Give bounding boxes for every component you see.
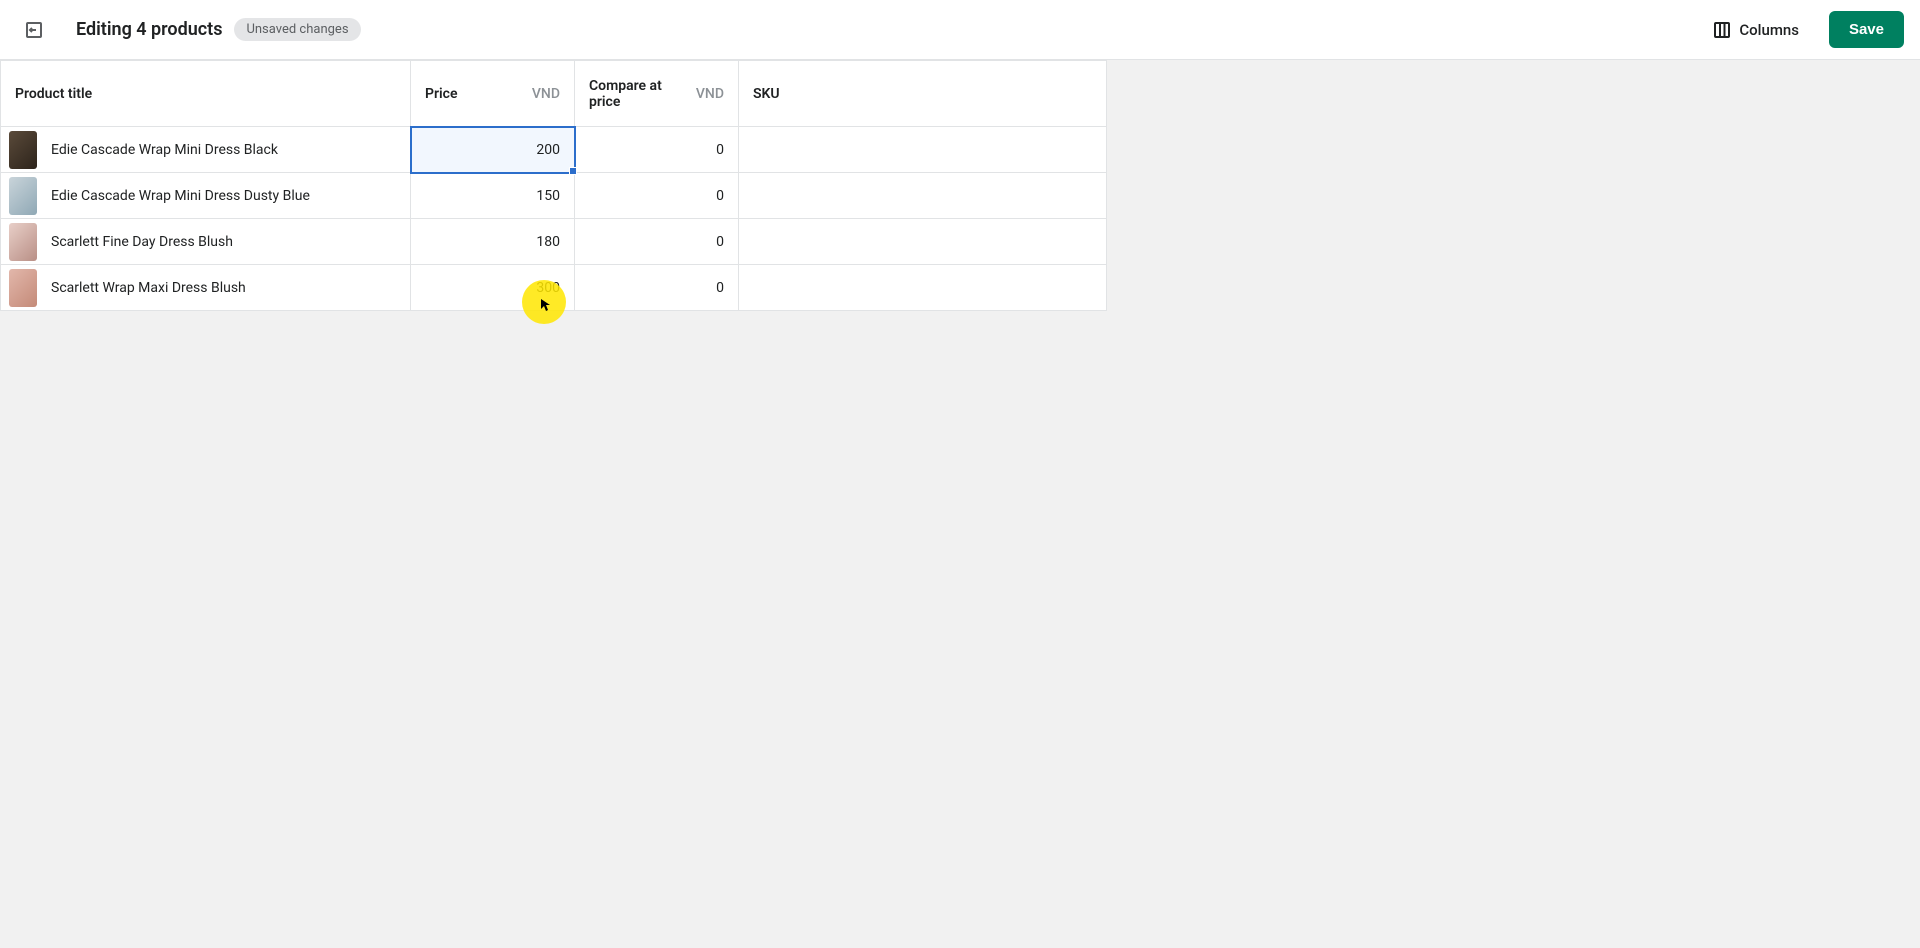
save-button[interactable]: Save [1829,11,1904,48]
workspace: Product title Price VND Compare at price… [0,60,1920,311]
exit-icon [24,20,44,40]
cell-compare-at-price[interactable]: 0 [575,265,739,311]
cell-sku[interactable] [739,127,1107,173]
product-title-text: Edie Cascade Wrap Mini Dress Black [51,142,278,158]
columns-button-label: Columns [1739,21,1799,39]
product-title-text: Scarlett Fine Day Dress Blush [51,234,233,250]
product-thumbnail [9,223,37,261]
currency-label: VND [696,86,724,102]
page-title: Editing 4 products [76,19,222,40]
cell-product-title[interactable]: Scarlett Wrap Maxi Dress Blush [1,265,411,311]
cell-product-title[interactable]: Edie Cascade Wrap Mini Dress Black [1,127,411,173]
top-bar: Editing 4 products Unsaved changes Colum… [0,0,1920,60]
unsaved-changes-badge: Unsaved changes [234,18,360,41]
cell-price[interactable]: 180 [411,219,575,265]
table-row: Scarlett Wrap Maxi Dress Blush 3000 [1,265,1107,311]
cell-product-title[interactable]: Edie Cascade Wrap Mini Dress Dusty Blue [1,173,411,219]
cell-compare-at-price[interactable]: 0 [575,127,739,173]
column-header-sku[interactable]: SKU [739,61,1107,127]
column-header-compare-at-price[interactable]: Compare at price VND [575,61,739,127]
cell-price[interactable]: 150 [411,173,575,219]
cell-price[interactable]: 200 [411,127,575,173]
currency-label: VND [532,86,560,102]
cell-sku[interactable] [739,173,1107,219]
product-thumbnail [9,269,37,307]
table-row: Edie Cascade Wrap Mini Dress Black 2000 [1,127,1107,173]
back-button[interactable] [16,12,52,48]
product-table: Product title Price VND Compare at price… [0,60,1107,311]
columns-button[interactable]: Columns [1699,13,1813,47]
product-title-text: Scarlett Wrap Maxi Dress Blush [51,280,246,296]
product-thumbnail [9,177,37,215]
cell-sku[interactable] [739,219,1107,265]
cell-product-title[interactable]: Scarlett Fine Day Dress Blush [1,219,411,265]
column-header-price[interactable]: Price VND [411,61,575,127]
product-thumbnail [9,131,37,169]
bulk-editor-grid: Product title Price VND Compare at price… [0,60,1920,311]
columns-icon [1713,21,1731,39]
table-header-row: Product title Price VND Compare at price… [1,61,1107,127]
table-row: Scarlett Fine Day Dress Blush 1800 [1,219,1107,265]
cell-compare-at-price[interactable]: 0 [575,173,739,219]
product-title-text: Edie Cascade Wrap Mini Dress Dusty Blue [51,188,310,204]
cell-compare-at-price[interactable]: 0 [575,219,739,265]
cell-sku[interactable] [739,265,1107,311]
cell-price[interactable]: 300 [411,265,575,311]
table-row: Edie Cascade Wrap Mini Dress Dusty Blue 1… [1,173,1107,219]
column-header-product-title[interactable]: Product title [1,61,411,127]
